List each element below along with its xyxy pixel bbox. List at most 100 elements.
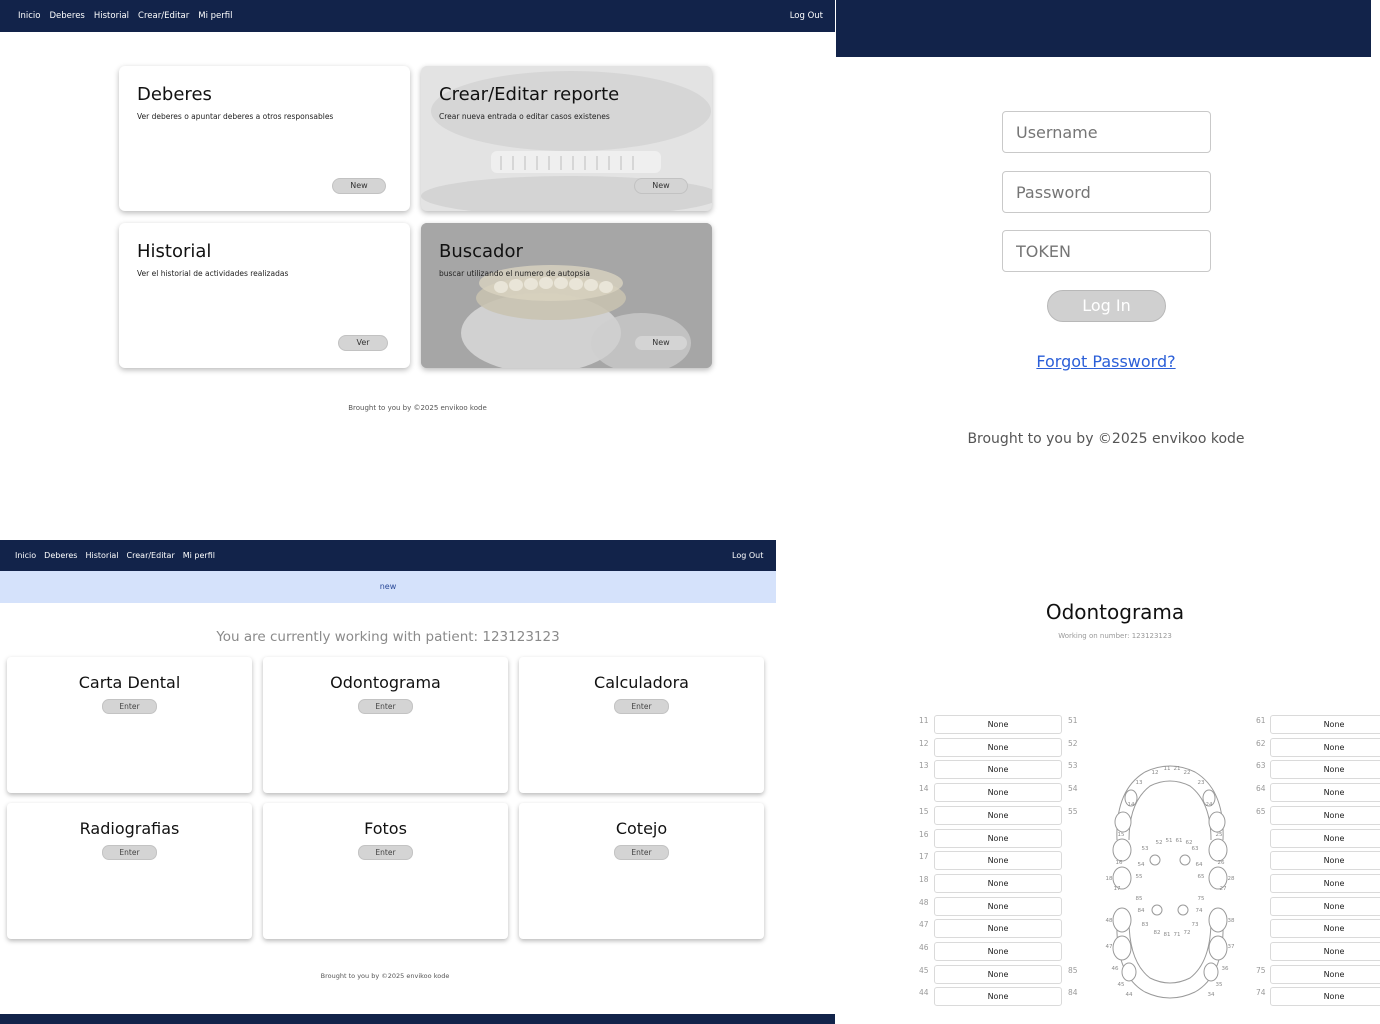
- tooth-field-left[interactable]: None: [934, 874, 1062, 893]
- fotos-enter-button[interactable]: Enter: [358, 845, 413, 860]
- tooth-chart-label: 15: [1118, 832, 1125, 838]
- tooth-chart-label: 47: [1106, 944, 1113, 950]
- logout-link[interactable]: Log Out: [790, 11, 823, 21]
- tooth-field-right[interactable]: None: [1270, 942, 1380, 961]
- cotejo-enter-button[interactable]: Enter: [614, 845, 669, 860]
- odontograma-panel: Odontograma Working on number: 123123123…: [850, 540, 1380, 1024]
- tooth-chart-label: 45: [1118, 982, 1125, 988]
- tooth-field-right[interactable]: None: [1270, 715, 1380, 734]
- tooth-field-left[interactable]: None: [934, 783, 1062, 802]
- tooth-number-left: 18: [919, 875, 929, 884]
- nav-item-historial[interactable]: Historial: [85, 551, 118, 560]
- tooth-chart-label: 38: [1228, 918, 1235, 924]
- tooth-number-left: 16: [919, 830, 929, 839]
- username-input[interactable]: [1002, 111, 1211, 153]
- tooth-number-left: 44: [919, 988, 929, 997]
- odontograma-enter-button[interactable]: Enter: [358, 699, 413, 714]
- logout-link[interactable]: Log Out: [732, 551, 763, 560]
- nav-menu: Inicio Deberes Historial Crear/Editar Mi…: [18, 11, 232, 21]
- card-deberes: Deberes Ver deberes o apuntar deberes a …: [119, 66, 410, 211]
- card-historial: Historial Ver el historial de actividade…: [119, 223, 410, 368]
- tooth-field-left[interactable]: None: [934, 738, 1062, 757]
- tooth-number-mid: 53: [1068, 761, 1078, 770]
- tooth-chart-label: 24: [1206, 802, 1213, 808]
- tooth-chart-label: 54: [1138, 862, 1145, 868]
- tooth-field-left[interactable]: None: [934, 760, 1062, 779]
- nav-item-deberes[interactable]: Deberes: [44, 551, 77, 560]
- tooth-field-right[interactable]: None: [1270, 919, 1380, 938]
- tooth-field-right[interactable]: None: [1270, 874, 1380, 893]
- tooth-field-right[interactable]: None: [1270, 738, 1380, 757]
- dashboard-panel: Inicio Deberes Historial Crear/Editar Mi…: [0, 0, 835, 480]
- tooth-field-right[interactable]: None: [1270, 806, 1380, 825]
- footer-credit: Brought to you by ©2025 envikoo kode: [967, 431, 1245, 447]
- card-odontograma: Odontograma Enter: [263, 657, 508, 793]
- token-input[interactable]: [1002, 230, 1211, 272]
- tooth-field-left[interactable]: None: [934, 715, 1062, 734]
- tooth-field-right[interactable]: None: [1270, 987, 1380, 1006]
- tooth-number-mid: 84: [1068, 988, 1078, 997]
- historial-ver-button[interactable]: Ver: [338, 335, 388, 351]
- tooth-field-right[interactable]: None: [1270, 965, 1380, 984]
- tooth-field-right[interactable]: None: [1270, 897, 1380, 916]
- calculadora-enter-button[interactable]: Enter: [614, 699, 669, 714]
- tooth-field-right[interactable]: None: [1270, 783, 1380, 802]
- nav-item-crear-editar[interactable]: Crear/Editar: [127, 551, 175, 560]
- nav-menu: Inicio Deberes Historial Crear/Editar Mi…: [15, 551, 215, 560]
- tooth-chart-label: 82: [1154, 930, 1161, 936]
- tooth-field-left[interactable]: None: [934, 897, 1062, 916]
- nav-item-deberes[interactable]: Deberes: [50, 11, 85, 21]
- tooth-field-left[interactable]: None: [934, 987, 1062, 1006]
- nav-item-inicio[interactable]: Inicio: [18, 11, 41, 21]
- forgot-password-link[interactable]: Forgot Password?: [836, 352, 1376, 371]
- tooth-field-right[interactable]: None: [1270, 760, 1380, 779]
- nav-item-mi-perfil[interactable]: Mi perfil: [198, 11, 232, 21]
- tooth-chart-label: 83: [1142, 922, 1149, 928]
- buscador-new-button[interactable]: New: [634, 335, 688, 351]
- card-title: Fotos: [364, 819, 407, 838]
- tooth-chart-label: 13: [1136, 780, 1143, 786]
- tooth-field-right[interactable]: None: [1270, 851, 1380, 870]
- tooth-field-left[interactable]: None: [934, 829, 1062, 848]
- login-button[interactable]: Log In: [1047, 290, 1166, 322]
- tooth-number-right: 61: [1256, 716, 1266, 725]
- tooth-field-left[interactable]: None: [934, 806, 1062, 825]
- nav-item-crear-editar[interactable]: Crear/Editar: [138, 11, 189, 21]
- carta-dental-enter-button[interactable]: Enter: [102, 699, 157, 714]
- card-title: Calculadora: [594, 673, 689, 692]
- tooth-number-left: 48: [919, 898, 929, 907]
- radiografias-enter-button[interactable]: Enter: [102, 845, 157, 860]
- tooth-chart-label: 23: [1198, 780, 1205, 786]
- tooth-field-left[interactable]: None: [934, 919, 1062, 938]
- tooth-chart-label: 48: [1106, 918, 1113, 924]
- tooth-chart-label: 46: [1112, 966, 1119, 972]
- tooth-number-mid: 54: [1068, 784, 1078, 793]
- tooth-chart-label: 37: [1228, 944, 1235, 950]
- tooth-field-left[interactable]: None: [934, 965, 1062, 984]
- tooth-chart-label: 85: [1136, 896, 1143, 902]
- tooth-chart-label: 26: [1218, 860, 1225, 866]
- card-title: Radiografias: [79, 819, 180, 838]
- tooth-chart-label: 27: [1220, 886, 1227, 892]
- nav-item-historial[interactable]: Historial: [94, 11, 129, 21]
- crear-editar-new-button[interactable]: New: [634, 178, 688, 194]
- tooth-field-left[interactable]: None: [934, 942, 1062, 961]
- tooth-number-right: 64: [1256, 784, 1266, 793]
- password-input[interactable]: [1002, 171, 1211, 213]
- tooth-chart-label: 18: [1106, 876, 1113, 882]
- deberes-new-button[interactable]: New: [332, 178, 386, 194]
- tooth-chart-label: 51: [1166, 838, 1173, 844]
- tooth-chart-label: 16: [1116, 860, 1123, 866]
- tooth-field-left[interactable]: None: [934, 851, 1062, 870]
- tooth-chart-label: 28: [1228, 876, 1235, 882]
- tooth-number-left: 14: [919, 784, 929, 793]
- tooth-number-right: 75: [1256, 966, 1266, 975]
- nav-item-inicio[interactable]: Inicio: [15, 551, 36, 560]
- nav-item-mi-perfil[interactable]: Mi perfil: [183, 551, 215, 560]
- tooth-field-right[interactable]: None: [1270, 829, 1380, 848]
- card-title: Crear/Editar reporte: [439, 84, 620, 105]
- patient-working-text: You are currently working with patient: …: [216, 629, 560, 645]
- tooth-chart-diagram: 12 11 2122 13 23 14 24 15 25 16 26 17 27 18 28 53 52 51 61…: [1106, 765, 1235, 999]
- tooth-chart-label: 73: [1192, 922, 1199, 928]
- tooth-chart-label: 74: [1196, 908, 1203, 914]
